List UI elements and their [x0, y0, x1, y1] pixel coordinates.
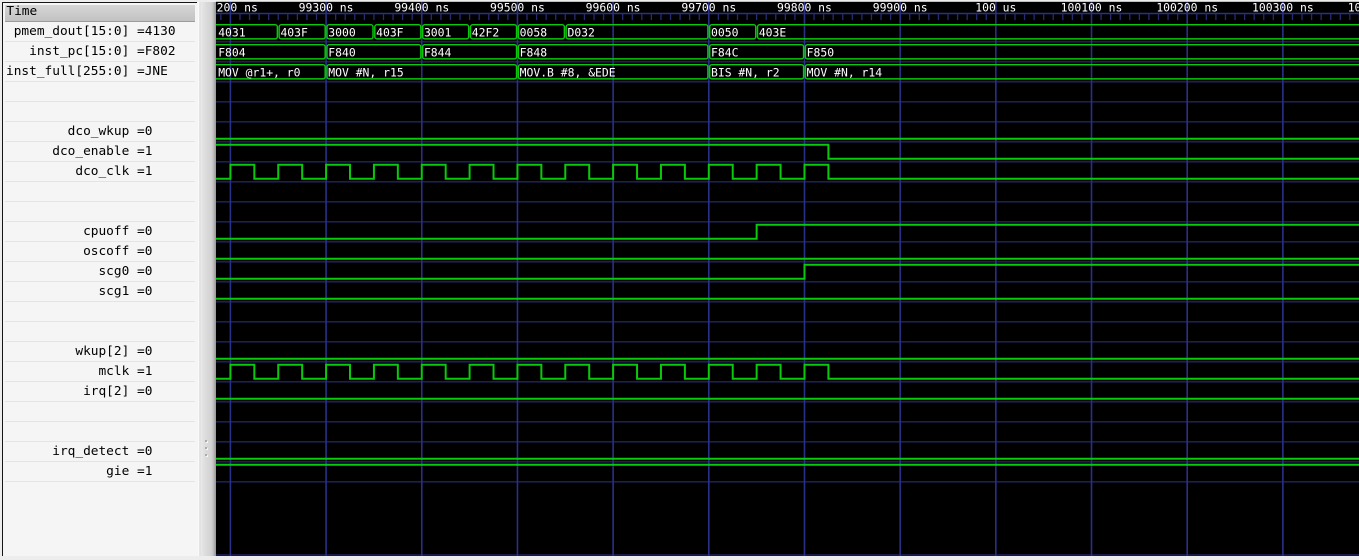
bus-value-label: 403F — [376, 26, 404, 40]
signal-value: =0 — [128, 224, 152, 240]
signal-value: =0 — [128, 124, 152, 140]
signal-row-inst_pc[15:0][interactable]: inst_pc[15:0] =F802 — [4, 42, 195, 63]
blank-trace-row[interactable] — [4, 182, 195, 203]
signal-name: irq_detect — [51, 444, 129, 460]
bus-value-label: F844 — [424, 46, 452, 60]
signal-value: =F802 — [128, 44, 176, 60]
signal-name: cpuoff — [82, 224, 129, 240]
scrollbar-grip-dot — [204, 446, 208, 450]
wave-area: 99200 ns 99300 ns 99400 ns 99500 ns 99600 ns… — [203, 0, 1359, 557]
bus-value-label: MOV.B #8, &EDE — [520, 66, 616, 80]
bus-value-label: F840 — [328, 46, 356, 60]
signal-row-scg1[interactable]: scg1 =0 — [4, 282, 195, 303]
signal-name: inst_pc[15:0] — [28, 44, 129, 60]
bus-value-label: F804 — [218, 46, 246, 60]
time-column-header[interactable]: Time — [4, 5, 195, 23]
signal-row-irq[2][interactable]: irq[2] =0 — [4, 382, 195, 403]
bus-value-label: F848 — [520, 46, 548, 60]
timeline-label: 99800 ns — [777, 0, 832, 14]
signal-value: =0 — [128, 344, 152, 360]
signal-row-gie[interactable]: gie =1 — [4, 462, 195, 483]
bus-value-label: 0058 — [520, 26, 548, 40]
timeline-label: 100200 ns — [1156, 0, 1218, 14]
timeline-label: 100400 ns — [1348, 0, 1359, 14]
signal-name: pmem_dout[15:0] — [13, 24, 129, 40]
signal-name: scg0 — [97, 264, 129, 280]
blank-trace-row[interactable] — [4, 202, 195, 223]
signal-value: =JNE — [128, 64, 168, 80]
signal-value: =0 — [128, 244, 152, 260]
bus-value-label: BIS #N, r2 — [711, 66, 780, 80]
signal-name: inst_full[255:0] — [5, 64, 129, 80]
signal-value: =0 — [128, 264, 152, 280]
signal-name: oscoff — [82, 244, 129, 260]
signal-row-cpuoff[interactable]: cpuoff =0 — [4, 222, 195, 243]
signal-value: =1 — [128, 144, 152, 160]
timeline-label: 99900 ns — [873, 0, 928, 14]
bus-value-label: 3001 — [424, 26, 452, 40]
signal-row-irq_detect[interactable]: irq_detect =0 — [4, 442, 195, 463]
signal-name: wkup[2] — [74, 344, 129, 360]
signal-row-wkup[2][interactable]: wkup[2] =0 — [4, 342, 195, 363]
signal-row-dco_enable[interactable]: dco_enable =1 — [4, 142, 195, 163]
signal-row-dco_clk[interactable]: dco_clk =1 — [4, 162, 195, 183]
signal-row-scg0[interactable]: scg0 =0 — [4, 262, 195, 283]
timeline-label: 99500 ns — [490, 0, 545, 14]
signal-name: scg1 — [97, 284, 129, 300]
scrollbar-grip-dot — [204, 439, 208, 443]
blank-trace-row[interactable] — [4, 82, 195, 103]
signal-row-pmem_dout[15:0][interactable]: pmem_dout[15:0] =4130 — [4, 22, 195, 43]
timeline-label: 99200 ns — [216, 0, 258, 14]
gtkwave-window: { "window_title": "GTKWave - waveform vi… — [0, 0, 1359, 557]
signal-name: mclk — [97, 364, 129, 380]
bus-value-label: MOV #N, r14 — [807, 66, 883, 80]
signal-name: dco_clk — [74, 164, 129, 180]
bus-value-label: D032 — [567, 26, 594, 40]
bus-value-label: 0050 — [711, 26, 739, 40]
bus-value-label: 42F2 — [472, 26, 499, 40]
scrollbar-grip-dot — [204, 453, 208, 457]
bus-value-label: MOV #N, r15 — [328, 66, 403, 80]
timeline-label: 100100 ns — [1061, 0, 1123, 14]
signal-value: =1 — [128, 364, 152, 380]
signal-value: =4130 — [128, 24, 176, 40]
signal-name: irq[2] — [82, 384, 129, 400]
bus-value-label: 403F — [280, 26, 308, 40]
signal-row-mclk[interactable]: mclk =1 — [4, 362, 195, 383]
signal-value: =1 — [128, 164, 152, 180]
blank-trace-row[interactable] — [4, 322, 195, 343]
signal-value: =0 — [128, 444, 152, 460]
signal-name-panel: Time pmem_dout[15:0] =4130 inst_pc[15:0] … — [1, 2, 197, 556]
blank-trace-row[interactable] — [4, 302, 195, 323]
waveform-canvas[interactable]: 99200 ns 99300 ns 99400 ns 99500 ns 99600 ns… — [203, 0, 1359, 557]
signal-value: =0 — [128, 284, 152, 300]
signal-value: =1 — [128, 464, 152, 480]
bus-value-label: 3000 — [328, 26, 356, 40]
signal-name: dco_wkup — [67, 124, 129, 140]
bus-value-label: 403E — [759, 26, 787, 40]
blank-trace-row[interactable] — [4, 102, 195, 123]
timeline-label: 100 us — [975, 0, 1016, 14]
signal-row-dco_wkup[interactable]: dco_wkup =0 — [4, 122, 195, 143]
timeline-label: 99300 ns — [299, 0, 354, 14]
signal-name: gie — [105, 464, 129, 480]
timeline-label: 99700 ns — [681, 0, 736, 14]
signal-value: =0 — [128, 384, 152, 400]
timeline-label: 99600 ns — [586, 0, 641, 14]
bus-value-label: F850 — [807, 46, 835, 60]
bus-value-label: F84C — [711, 46, 738, 60]
signal-row-inst_full[255:0][interactable]: inst_full[255:0] =JNE — [4, 62, 195, 83]
bus-value-label: MOV @r1+, r0 — [218, 66, 300, 80]
timeline-label: 99400 ns — [394, 0, 449, 14]
signal-list: pmem_dout[15:0] =4130 inst_pc[15:0] =F802… — [4, 22, 195, 556]
signal-name: dco_enable — [51, 144, 129, 160]
signal-row-oscoff[interactable]: oscoff =0 — [4, 242, 195, 263]
bus-value-label: 4031 — [218, 26, 246, 40]
timeline-label: 100300 ns — [1252, 0, 1314, 14]
blank-trace-row[interactable] — [4, 422, 195, 443]
blank-trace-row[interactable] — [4, 402, 195, 423]
signal-panel-scrollbar[interactable] — [197, 2, 216, 556]
